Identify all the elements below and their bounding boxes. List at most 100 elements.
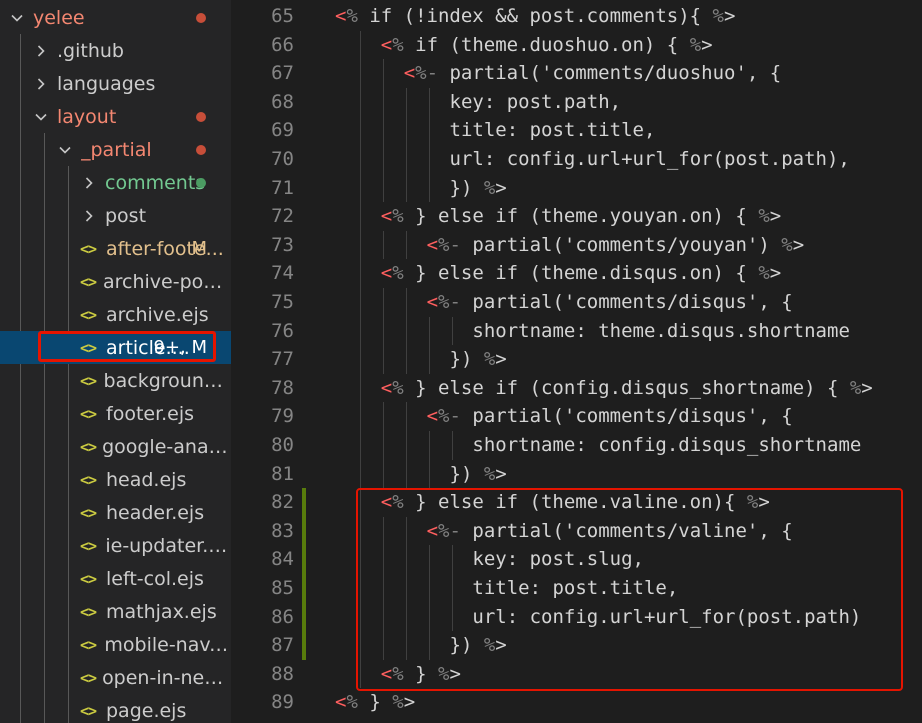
tree-item-label: footer.ejs <box>106 402 195 425</box>
tree-file-header-ejs[interactable]: <> header.ejs <box>0 496 231 529</box>
line-number: 72 <box>271 205 294 228</box>
tree-item-label: left-col.ejs <box>106 567 204 590</box>
code-text: <% } else if (config.disqus_shortname) {… <box>380 376 873 399</box>
tree-item-label: layout <box>57 105 117 128</box>
ejs-file-icon: <> <box>80 305 97 324</box>
git-modified-dot <box>196 145 206 155</box>
code-text: <% } %> <box>335 691 416 714</box>
ejs-file-icon: <> <box>80 470 97 489</box>
tree-file-after-foote[interactable]: <> after-foote... M <box>0 232 231 265</box>
code-line[interactable]: 70 url: config.url+url_for(post.path), <box>231 145 922 174</box>
code-line[interactable]: 76 shortname: theme.disqus.shortname <box>231 317 922 346</box>
tree-item-label: languages <box>57 72 156 95</box>
annotation-box-active-file <box>38 331 216 362</box>
tree-item-label: open-in-new-ta... <box>102 666 231 689</box>
code-text: <%- partial('comments/disqus', { <box>426 405 793 428</box>
ejs-file-icon: <> <box>80 569 97 588</box>
line-number: 75 <box>271 291 294 313</box>
code-text: title: post.title, <box>449 119 656 142</box>
git-modified-dot <box>196 13 206 23</box>
tree-item-label: yelee <box>33 6 85 29</box>
tree-item-label: post <box>105 204 147 227</box>
line-number: 84 <box>271 548 294 571</box>
tree-folder-partial[interactable]: _partial <box>0 133 231 166</box>
line-number: 65 <box>271 5 294 27</box>
tree-file-background-ejs[interactable]: <> background.ejs <box>0 364 231 397</box>
line-number: 79 <box>271 405 294 428</box>
tree-item-label: google-analytic... <box>102 435 231 458</box>
git-modified-dot <box>196 112 206 122</box>
line-number: 87 <box>271 634 294 657</box>
code-text: <%- partial('comments/duoshuo', { <box>403 62 782 85</box>
tree-folder-comments[interactable]: comments <box>0 166 231 199</box>
code-text: <% } else if (theme.disqus.on) { %> <box>380 262 782 285</box>
tree-file-archive-ejs[interactable]: <> archive.ejs <box>0 298 231 331</box>
chevron-down-icon[interactable] <box>32 110 50 124</box>
code-line[interactable]: 79 <%- partial('comments/disqus', { <box>231 402 922 431</box>
tree-file-footer-ejs[interactable]: <> footer.ejs <box>0 397 231 430</box>
chevron-right-icon[interactable] <box>32 77 50 91</box>
tree-file-ie-updater-ejs[interactable]: <> ie-updater.ejs <box>0 529 231 562</box>
ejs-file-icon: <> <box>80 404 97 423</box>
chevron-down-icon[interactable] <box>8 11 26 25</box>
code-text: shortname: config.disqus_shortname <box>472 434 862 456</box>
code-line[interactable]: 75 <%- partial('comments/disqus', { <box>231 288 922 317</box>
tree-file-archive-post-ejs[interactable]: <> archive-post.ejs <box>0 265 231 298</box>
git-status-badge: M <box>191 238 207 259</box>
code-text: <%- partial('comments/disqus', { <box>426 291 793 313</box>
code-line[interactable]: 89 <% } %> <box>231 688 922 717</box>
code-line[interactable]: 65 <% if (!index && post.comments){ %> <box>231 2 922 31</box>
line-number: 74 <box>271 262 294 285</box>
line-number: 67 <box>271 62 294 85</box>
code-editor[interactable]: 65 <% if (!index && post.comments){ %> 66 <… <box>231 0 922 723</box>
tree-folder-layout[interactable]: layout <box>0 100 231 133</box>
code-line[interactable]: 78 <% } else if (config.disqus_shortname)… <box>231 374 922 403</box>
tree-file-google-analytic[interactable]: <> google-analytic... <box>0 430 231 463</box>
code-line[interactable]: 74 <% } else if (theme.disqus.on) { %> <box>231 259 922 288</box>
code-line[interactable]: 73 <%- partial('comments/youyan') %> <box>231 231 922 260</box>
code-line[interactable]: 77}) %> <box>231 345 922 374</box>
code-line[interactable]: 66 <% if (theme.duoshuo.on) { %> <box>231 31 922 60</box>
tree-folder-languages[interactable]: languages <box>0 67 231 100</box>
chevron-down-icon[interactable] <box>56 143 74 157</box>
line-number: 68 <box>271 90 294 113</box>
line-number: 82 <box>271 491 294 514</box>
ejs-file-icon: <> <box>80 239 97 258</box>
tree-folder-post[interactable]: post <box>0 199 231 232</box>
code-line[interactable]: 68 key: post.path, <box>231 88 922 117</box>
chevron-right-icon[interactable] <box>32 44 50 58</box>
code-line[interactable]: 81}) %> <box>231 460 922 489</box>
code-line[interactable]: 69 title: post.title, <box>231 116 922 145</box>
tree-file-open-in-new-ta[interactable]: <> open-in-new-ta... <box>0 661 231 694</box>
line-number: 89 <box>271 691 294 714</box>
ejs-file-icon: <> <box>80 701 97 720</box>
tree-file-head-ejs[interactable]: <> head.ejs <box>0 463 231 496</box>
tree-file-left-col-ejs[interactable]: <> left-col.ejs <box>0 562 231 595</box>
tree-file-mathjax-ejs[interactable]: <> mathjax.ejs <box>0 595 231 628</box>
tree-item-label: head.ejs <box>106 468 187 491</box>
code-text: key: post.path, <box>449 90 622 113</box>
tree-file-page-ejs[interactable]: <> page.ejs <box>0 694 231 723</box>
line-number: 78 <box>271 376 294 399</box>
line-number: 86 <box>271 605 294 628</box>
code-line[interactable]: 67 <%- partial('comments/duoshuo', { <box>231 59 922 88</box>
code-text: }) %> <box>449 348 507 371</box>
code-text: <% if (theme.duoshuo.on) { %> <box>380 33 713 56</box>
tree-file-mobile-nav-ejs[interactable]: <> mobile-nav.ejs <box>0 628 231 661</box>
line-number: 76 <box>271 319 294 342</box>
code-text: }) %> <box>449 462 507 485</box>
code-line[interactable]: 80 shortname: config.disqus_shortname <box>231 431 922 460</box>
chevron-right-icon[interactable] <box>80 209 98 223</box>
line-number: 80 <box>271 434 294 456</box>
tree-folder-github[interactable]: .github <box>0 34 231 67</box>
ejs-file-icon: <> <box>80 536 97 555</box>
chevron-right-icon[interactable] <box>80 176 98 190</box>
line-number: 69 <box>271 119 294 142</box>
ejs-file-icon: <> <box>80 668 97 687</box>
code-line[interactable]: 72 <% } else if (theme.youyan.on) { %> <box>231 202 922 231</box>
code-line[interactable]: 71}) %> <box>231 174 922 203</box>
tree-folder-yelee[interactable]: yelee <box>0 1 231 34</box>
code-text: <% if (!index && post.comments){ %> <box>335 5 736 27</box>
tree-item-label: .github <box>57 39 124 62</box>
tree-item-label: header.ejs <box>106 501 205 524</box>
